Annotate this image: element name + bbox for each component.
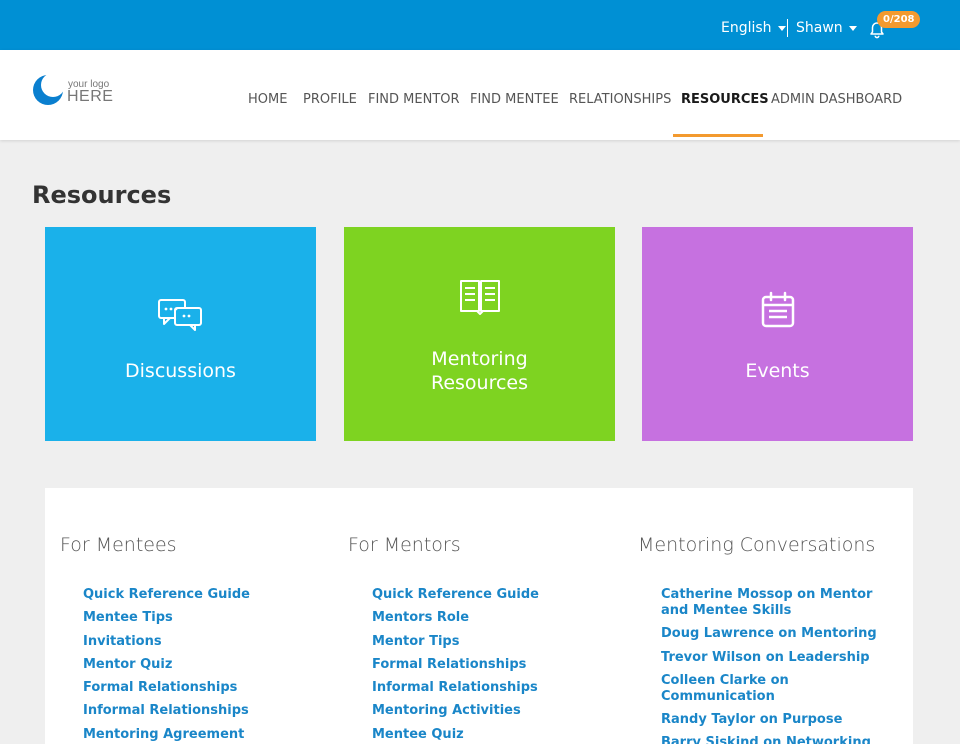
nav-relationships[interactable]: RELATIONSHIPS (569, 92, 671, 108)
nav-admin-dashboard[interactable]: ADMIN DASHBOARD (771, 92, 902, 108)
page-title: Resources (32, 181, 172, 209)
caret-down-icon (848, 25, 857, 31)
link-item[interactable]: Formal Relationships (372, 657, 612, 673)
language-dropdown[interactable]: English (721, 19, 786, 37)
link-item[interactable]: Quick Reference Guide (372, 587, 612, 603)
user-name: Shawn (796, 20, 843, 36)
link-item[interactable]: Colleen Clarke on Communication (661, 673, 891, 705)
link-item[interactable]: Informal Relationships (83, 703, 323, 719)
nav-find-mentee[interactable]: FIND MENTEE (470, 92, 559, 108)
calendar-icon (761, 291, 794, 328)
site-logo[interactable]: your logo HERE (32, 74, 122, 114)
column-title-conversations: Mentoring Conversations (638, 534, 876, 556)
mentor-links-list: Quick Reference Guide Mentors Role Mento… (372, 587, 612, 744)
tile-label: Discussions (125, 360, 236, 382)
tile-label: Mentoring Resources (430, 348, 529, 394)
link-item[interactable]: Formal Relationships (83, 680, 323, 696)
link-item[interactable]: Mentor Quiz (83, 657, 323, 673)
link-item[interactable]: Mentor Tips (372, 634, 612, 650)
open-book-icon (459, 280, 500, 316)
chat-bubbles-icon (157, 299, 202, 331)
link-item[interactable]: Mentors Role (372, 610, 612, 626)
notification-badge: 0/208 (877, 11, 921, 28)
caret-down-icon (777, 25, 786, 31)
nav-find-mentor[interactable]: FIND MENTOR (368, 92, 460, 108)
tile-label: Events (745, 360, 810, 382)
link-item[interactable]: Trevor Wilson on Leadership (661, 650, 891, 666)
link-item[interactable]: Informal Relationships (372, 680, 612, 696)
nav-resources[interactable]: RESOURCES (681, 92, 769, 108)
nav-profile[interactable]: PROFILE (303, 92, 357, 108)
column-title-mentors: For Mentors (348, 534, 461, 556)
tile-events[interactable]: Events (642, 227, 913, 441)
link-item[interactable]: Randy Taylor on Purpose (661, 712, 891, 728)
main-navbar: your logo HERE HOME PROFILE FIND MENTOR … (0, 50, 960, 140)
conversation-links-list: Catherine Mossop on Mentor and Mentee Sk… (661, 587, 891, 744)
top-bar: English Shawn 0/208 (0, 0, 960, 50)
language-label: English (721, 20, 772, 36)
tile-discussions[interactable]: Discussions (45, 227, 316, 441)
link-item[interactable]: Doug Lawrence on Mentoring (661, 626, 891, 642)
link-item[interactable]: Mentoring Agreement (83, 727, 323, 743)
mentee-links-list: Quick Reference Guide Mentee Tips Invita… (83, 587, 323, 744)
logo-big-text: HERE (67, 88, 114, 105)
divider (787, 19, 788, 37)
link-item[interactable]: Invitations (83, 634, 323, 650)
link-item[interactable]: Catherine Mossop on Mentor and Mentee Sk… (661, 587, 891, 619)
link-item[interactable]: Mentee Quiz (372, 727, 612, 743)
nav-home[interactable]: HOME (248, 92, 287, 108)
tile-mentoring-resources[interactable]: Mentoring Resources (344, 227, 615, 441)
link-item[interactable]: Barry Siskind on Networking (661, 735, 891, 744)
link-item[interactable]: Mentoring Activities (372, 703, 612, 719)
logo-circle-icon (33, 74, 64, 105)
link-item[interactable]: Mentee Tips (83, 610, 323, 626)
user-menu-dropdown[interactable]: Shawn (796, 19, 857, 37)
link-item[interactable]: Quick Reference Guide (83, 587, 323, 603)
active-nav-indicator (673, 134, 763, 137)
column-title-mentees: For Mentees (60, 534, 177, 556)
